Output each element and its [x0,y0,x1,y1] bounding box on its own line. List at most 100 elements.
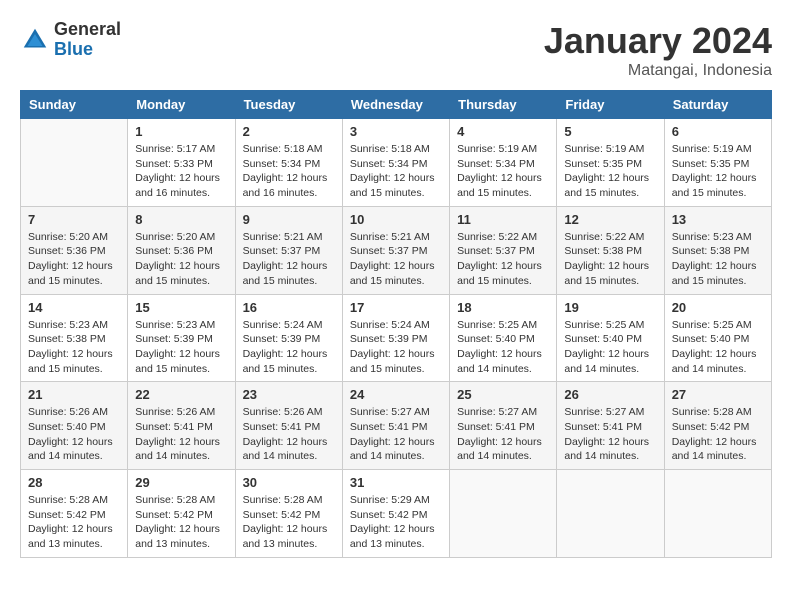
day-info: Sunrise: 5:28 AM Sunset: 5:42 PM Dayligh… [135,493,227,552]
day-number: 31 [350,475,442,490]
day-info: Sunrise: 5:27 AM Sunset: 5:41 PM Dayligh… [564,405,656,464]
day-number: 24 [350,387,442,402]
day-number: 28 [28,475,120,490]
calendar-cell: 11 Sunrise: 5:22 AM Sunset: 5:37 PM Dayli… [450,206,557,294]
day-number: 20 [672,300,764,315]
day-number: 6 [672,124,764,139]
day-info: Sunrise: 5:27 AM Sunset: 5:41 PM Dayligh… [457,405,549,464]
day-info: Sunrise: 5:26 AM Sunset: 5:40 PM Dayligh… [28,405,120,464]
day-number: 15 [135,300,227,315]
day-number: 7 [28,212,120,227]
day-number: 4 [457,124,549,139]
calendar-cell [557,470,664,558]
day-info: Sunrise: 5:20 AM Sunset: 5:36 PM Dayligh… [135,230,227,289]
day-number: 23 [243,387,335,402]
day-info: Sunrise: 5:22 AM Sunset: 5:38 PM Dayligh… [564,230,656,289]
day-info: Sunrise: 5:21 AM Sunset: 5:37 PM Dayligh… [243,230,335,289]
week-row-1: 1 Sunrise: 5:17 AM Sunset: 5:33 PM Daylig… [21,119,772,207]
week-row-3: 14 Sunrise: 5:23 AM Sunset: 5:38 PM Dayli… [21,294,772,382]
day-number: 11 [457,212,549,227]
day-info: Sunrise: 5:26 AM Sunset: 5:41 PM Dayligh… [243,405,335,464]
header-row: SundayMondayTuesdayWednesdayThursdayFrid… [21,91,772,119]
calendar-cell: 18Sunrise: 5:25 AM Sunset: 5:40 PM Dayli… [450,294,557,382]
day-number: 2 [243,124,335,139]
calendar-cell [21,119,128,207]
day-info: Sunrise: 5:24 AM Sunset: 5:39 PM Dayligh… [243,318,335,377]
day-info: Sunrise: 5:25 AM Sunset: 5:40 PM Dayligh… [457,318,549,377]
day-number: 13 [672,212,764,227]
day-info: Sunrise: 5:19 AM Sunset: 5:34 PM Dayligh… [457,142,549,201]
day-number: 17 [350,300,442,315]
column-header-saturday: Saturday [664,91,771,119]
calendar-cell: 1 Sunrise: 5:17 AM Sunset: 5:33 PM Daylig… [128,119,235,207]
calendar-cell: 7 Sunrise: 5:20 AM Sunset: 5:36 PM Daylig… [21,206,128,294]
calendar-cell: 9Sunrise: 5:21 AM Sunset: 5:37 PM Daylig… [235,206,342,294]
calendar-cell: 27Sunrise: 5:28 AM Sunset: 5:42 PM Dayli… [664,382,771,470]
day-number: 8 [135,212,227,227]
day-number: 5 [564,124,656,139]
day-info: Sunrise: 5:22 AM Sunset: 5:37 PM Dayligh… [457,230,549,289]
logo-icon [20,25,50,55]
day-info: Sunrise: 5:18 AM Sunset: 5:34 PM Dayligh… [350,142,442,201]
day-info: Sunrise: 5:21 AM Sunset: 5:37 PM Dayligh… [350,230,442,289]
calendar-cell: 23 Sunrise: 5:26 AM Sunset: 5:41 PM Dayli… [235,382,342,470]
page-header: General Blue January 2024 Matangai, Indo… [20,20,772,80]
calendar-cell: 15 Sunrise: 5:23 AM Sunset: 5:39 PM Dayli… [128,294,235,382]
calendar-cell: 16 Sunrise: 5:24 AM Sunset: 5:39 PM Dayli… [235,294,342,382]
day-number: 19 [564,300,656,315]
calendar-cell: 17 Sunrise: 5:24 AM Sunset: 5:39 PM Dayli… [342,294,449,382]
logo-blue: Blue [54,39,93,59]
calendar-cell: 5 Sunrise: 5:19 AM Sunset: 5:35 PM Daylig… [557,119,664,207]
calendar-cell: 21 Sunrise: 5:26 AM Sunset: 5:40 PM Dayli… [21,382,128,470]
day-info: Sunrise: 5:23 AM Sunset: 5:39 PM Dayligh… [135,318,227,377]
day-info: Sunrise: 5:23 AM Sunset: 5:38 PM Dayligh… [28,318,120,377]
day-info: Sunrise: 5:23 AM Sunset: 5:38 PM Dayligh… [672,230,764,289]
day-info: Sunrise: 5:18 AM Sunset: 5:34 PM Dayligh… [243,142,335,201]
column-header-monday: Monday [128,91,235,119]
day-info: Sunrise: 5:29 AM Sunset: 5:42 PM Dayligh… [350,493,442,552]
day-info: Sunrise: 5:19 AM Sunset: 5:35 PM Dayligh… [672,142,764,201]
column-header-sunday: Sunday [21,91,128,119]
day-number: 26 [564,387,656,402]
week-row-5: 28 Sunrise: 5:28 AM Sunset: 5:42 PM Dayli… [21,470,772,558]
calendar-cell: 25 Sunrise: 5:27 AM Sunset: 5:41 PM Dayli… [450,382,557,470]
day-number: 1 [135,124,227,139]
column-header-thursday: Thursday [450,91,557,119]
logo-general: General [54,19,121,39]
day-info: Sunrise: 5:17 AM Sunset: 5:33 PM Dayligh… [135,142,227,201]
week-row-4: 21 Sunrise: 5:26 AM Sunset: 5:40 PM Dayli… [21,382,772,470]
calendar-body: 1 Sunrise: 5:17 AM Sunset: 5:33 PM Daylig… [21,119,772,558]
calendar-cell: 22 Sunrise: 5:26 AM Sunset: 5:41 PM Dayli… [128,382,235,470]
calendar-header: SundayMondayTuesdayWednesdayThursdayFrid… [21,91,772,119]
calendar-cell: 19Sunrise: 5:25 AM Sunset: 5:40 PM Dayli… [557,294,664,382]
day-info: Sunrise: 5:20 AM Sunset: 5:36 PM Dayligh… [28,230,120,289]
day-info: Sunrise: 5:25 AM Sunset: 5:40 PM Dayligh… [672,318,764,377]
day-number: 14 [28,300,120,315]
day-info: Sunrise: 5:28 AM Sunset: 5:42 PM Dayligh… [243,493,335,552]
day-info: Sunrise: 5:24 AM Sunset: 5:39 PM Dayligh… [350,318,442,377]
day-number: 22 [135,387,227,402]
day-number: 3 [350,124,442,139]
day-number: 16 [243,300,335,315]
column-header-wednesday: Wednesday [342,91,449,119]
calendar-cell: 4 Sunrise: 5:19 AM Sunset: 5:34 PM Daylig… [450,119,557,207]
month-title: January 2024 [544,20,772,62]
calendar-cell: 29 Sunrise: 5:28 AM Sunset: 5:42 PM Dayli… [128,470,235,558]
week-row-2: 7 Sunrise: 5:20 AM Sunset: 5:36 PM Daylig… [21,206,772,294]
calendar-cell: 12Sunrise: 5:22 AM Sunset: 5:38 PM Dayli… [557,206,664,294]
calendar-cell: 30Sunrise: 5:28 AM Sunset: 5:42 PM Dayli… [235,470,342,558]
day-info: Sunrise: 5:26 AM Sunset: 5:41 PM Dayligh… [135,405,227,464]
day-info: Sunrise: 5:27 AM Sunset: 5:41 PM Dayligh… [350,405,442,464]
day-info: Sunrise: 5:28 AM Sunset: 5:42 PM Dayligh… [28,493,120,552]
calendar-table: SundayMondayTuesdayWednesdayThursdayFrid… [20,90,772,558]
calendar-cell: 14 Sunrise: 5:23 AM Sunset: 5:38 PM Dayli… [21,294,128,382]
calendar-cell [450,470,557,558]
day-info: Sunrise: 5:19 AM Sunset: 5:35 PM Dayligh… [564,142,656,201]
day-number: 10 [350,212,442,227]
day-number: 21 [28,387,120,402]
logo-text: General Blue [54,20,121,60]
calendar-cell: 3 Sunrise: 5:18 AM Sunset: 5:34 PM Daylig… [342,119,449,207]
day-number: 29 [135,475,227,490]
day-number: 25 [457,387,549,402]
calendar-cell: 26 Sunrise: 5:27 AM Sunset: 5:41 PM Dayli… [557,382,664,470]
